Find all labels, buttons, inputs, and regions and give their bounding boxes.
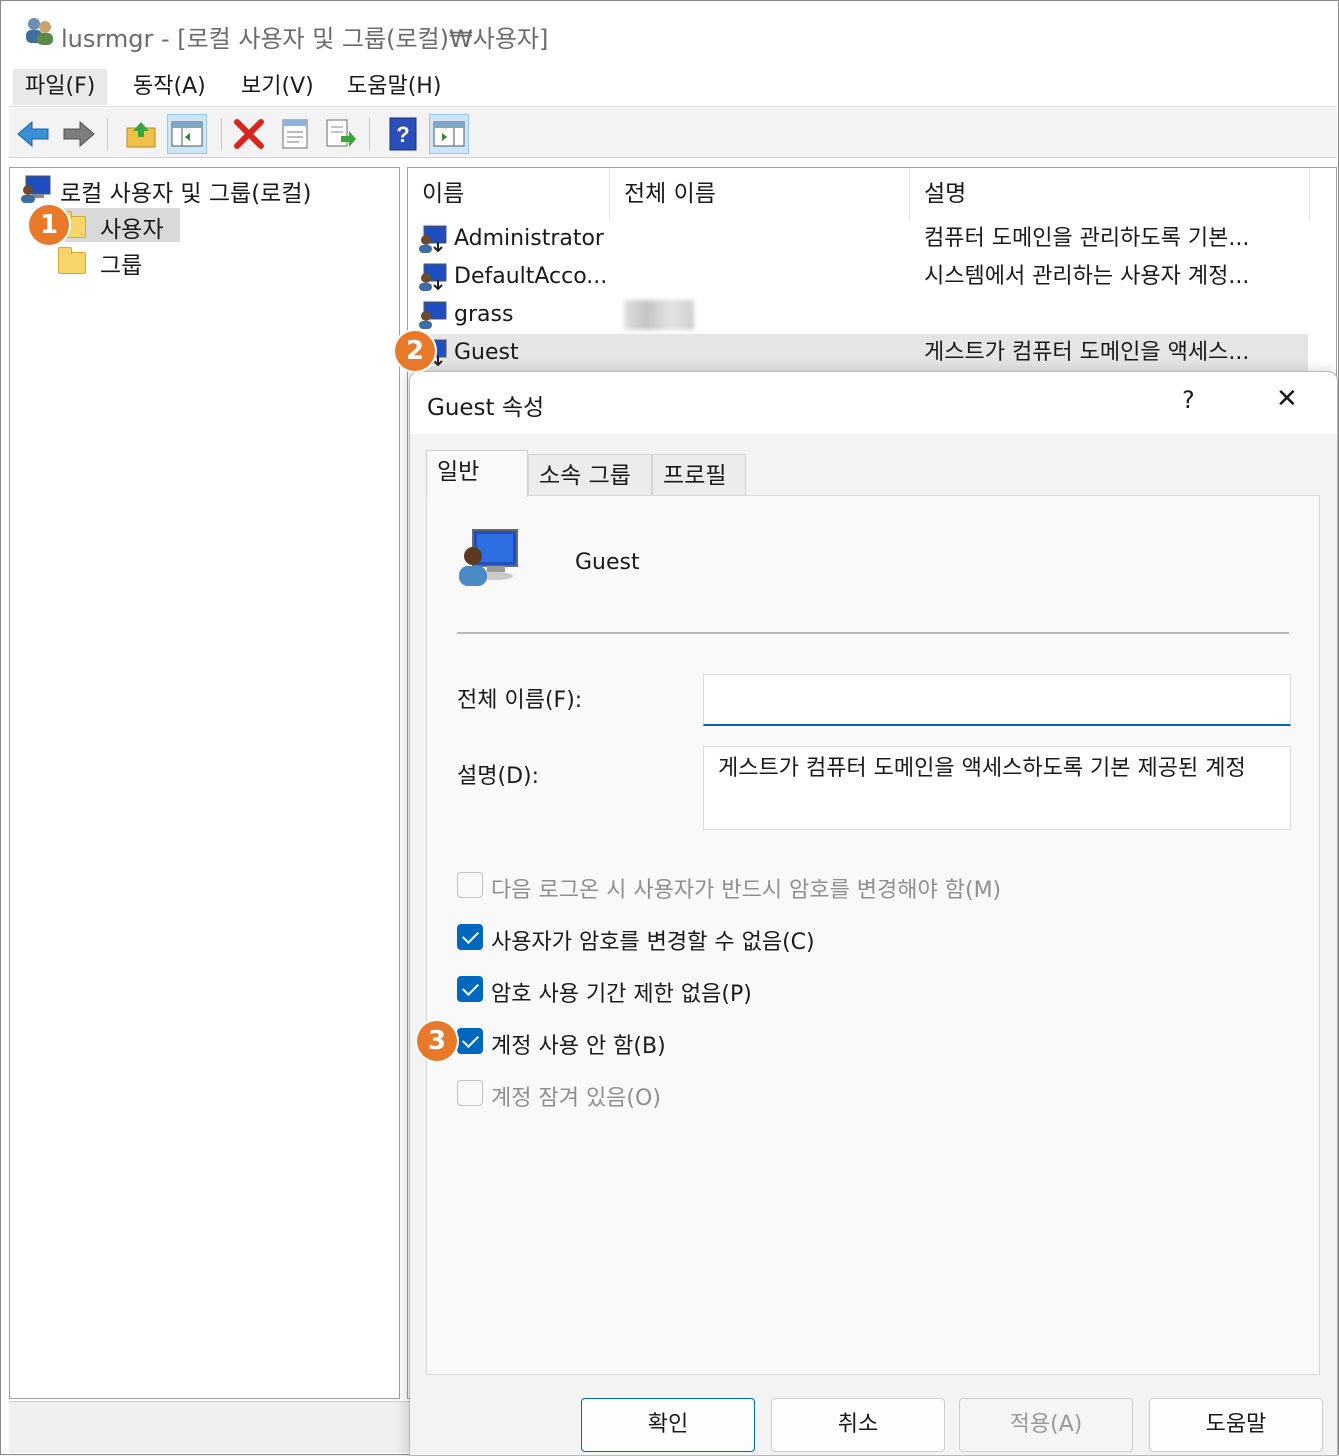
help-icon[interactable]: ?: [383, 114, 423, 154]
menu-view[interactable]: 보기(V): [229, 69, 326, 105]
column-header-description[interactable]: 설명: [910, 168, 1310, 220]
action-pane-icon[interactable]: [429, 114, 469, 154]
console-tree: 로컬 사용자 및 그룹(로컬) 사용자 그룹: [9, 167, 400, 1399]
checkbox-cannot-change-password[interactable]: [457, 924, 483, 950]
users-app-icon: [26, 18, 53, 45]
title-bar: lusrmgr - [로컬 사용자 및 그룹(로컬)₩사용자]: [9, 3, 1337, 61]
forward-arrow-icon[interactable]: [59, 114, 99, 154]
list-row-guest[interactable]: Guest 게스트가 컴퓨터 도메인을 액세스...: [408, 334, 1308, 372]
toolbar-separator: [221, 118, 222, 150]
svg-text:?: ?: [396, 122, 409, 147]
cancel-button[interactable]: 취소: [771, 1398, 945, 1452]
computer-users-icon: [21, 175, 51, 203]
properties-icon[interactable]: [275, 114, 315, 154]
row-name: Administrator: [454, 226, 604, 251]
tab-member-of[interactable]: 소속 그룹: [528, 454, 652, 496]
account-name: Guest: [575, 550, 640, 575]
tree-item-users[interactable]: 사용자: [100, 210, 163, 244]
delete-icon[interactable]: [229, 114, 269, 154]
tree-root-label[interactable]: 로컬 사용자 및 그룹(로컬): [60, 174, 311, 208]
checkbox-label: 계정 사용 안 함(B): [491, 1034, 666, 1059]
blurred-full-name: [624, 300, 694, 330]
dialog-title-bar: Guest 속성 ? ✕: [410, 372, 1337, 434]
checkbox-label: 암호 사용 기간 제한 없음(P): [491, 982, 752, 1007]
user-icon: [419, 263, 447, 291]
user-icon: [419, 225, 447, 253]
folder-icon: [58, 247, 86, 274]
tab-profile[interactable]: 프로필: [652, 454, 746, 496]
help-button[interactable]: 도움말: [1149, 1398, 1323, 1452]
row-description: 게스트가 컴퓨터 도메인을 액세스...: [924, 340, 1250, 365]
full-name-field[interactable]: [703, 674, 1291, 726]
list-row-grass[interactable]: grass: [408, 296, 1308, 334]
dialog-help-icon[interactable]: ?: [1182, 386, 1195, 414]
checkbox-label: 사용자가 암호를 변경할 수 없음(C): [491, 930, 815, 955]
guest-properties-dialog: Guest 속성 ? ✕ 일반 소속 그룹 프로필 Guest 전체 이름(F)…: [409, 371, 1338, 1456]
step-badge-1: 1: [29, 205, 69, 245]
toolbar: ?: [9, 108, 1337, 158]
checkbox-label: 계정 잠겨 있음(O): [491, 1086, 661, 1111]
row-name: Guest: [454, 340, 519, 365]
description-field[interactable]: 게스트가 컴퓨터 도메인을 액세스하도록 기본 제공된 계정: [703, 746, 1291, 830]
checkbox-must-change-password[interactable]: [457, 872, 483, 898]
export-list-icon[interactable]: [321, 114, 361, 154]
user-account-icon: [459, 529, 518, 586]
mmc-window: lusrmgr - [로컬 사용자 및 그룹(로컬)₩사용자] 파일(F) 동작…: [0, 0, 1339, 1456]
toolbar-separator: [107, 118, 108, 150]
divider: [457, 632, 1289, 634]
list-row-defaultaccount[interactable]: DefaultAcco... 시스템에서 관리하는 사용자 계정...: [408, 258, 1308, 296]
row-name: DefaultAcco...: [454, 264, 608, 289]
back-arrow-icon[interactable]: [13, 114, 53, 154]
dialog-title: Guest 속성: [427, 395, 545, 421]
checkbox-account-locked[interactable]: [457, 1080, 483, 1106]
step-badge-3: 3: [417, 1021, 457, 1061]
menu-help[interactable]: 도움말(H): [335, 69, 453, 105]
tab-panel-general: Guest 전체 이름(F): 설명(D): 게스트가 컴퓨터 도메인을 액세스…: [426, 495, 1320, 1375]
up-folder-icon[interactable]: [121, 114, 161, 154]
status-bar: [9, 1401, 409, 1453]
menu-bar: 파일(F) 동작(A) 보기(V) 도움말(H): [9, 61, 1337, 107]
dialog-close-icon[interactable]: ✕: [1276, 384, 1298, 414]
description-label: 설명(D):: [457, 764, 539, 789]
user-icon: [419, 301, 447, 329]
tab-general[interactable]: 일반: [426, 450, 528, 497]
row-description: 시스템에서 관리하는 사용자 계정...: [924, 264, 1250, 289]
row-name: grass: [454, 302, 514, 327]
row-description: 컴퓨터 도메인을 관리하도록 기본...: [924, 226, 1250, 251]
list-row-administrator[interactable]: Administrator 컴퓨터 도메인을 관리하도록 기본...: [408, 220, 1308, 258]
menu-file[interactable]: 파일(F): [13, 69, 108, 105]
show-hide-tree-icon[interactable]: [167, 114, 207, 154]
column-header-name[interactable]: 이름: [408, 168, 610, 220]
checkbox-account-disabled[interactable]: [457, 1028, 483, 1054]
checkbox-label: 다음 로그온 시 사용자가 반드시 암호를 변경해야 함(M): [491, 878, 1002, 903]
apply-button[interactable]: 적용(A): [959, 1398, 1133, 1452]
window-title: lusrmgr - [로컬 사용자 및 그룹(로컬)₩사용자]: [61, 25, 549, 53]
menu-action[interactable]: 동작(A): [121, 69, 218, 105]
checkbox-password-never-expires[interactable]: [457, 976, 483, 1002]
column-header-full-name[interactable]: 전체 이름: [610, 168, 910, 220]
full-name-label: 전체 이름(F):: [457, 688, 583, 713]
step-badge-2: 2: [395, 331, 435, 371]
toolbar-separator: [369, 118, 370, 150]
ok-button[interactable]: 확인: [581, 1398, 755, 1452]
tree-item-groups[interactable]: 그룹: [100, 246, 142, 280]
